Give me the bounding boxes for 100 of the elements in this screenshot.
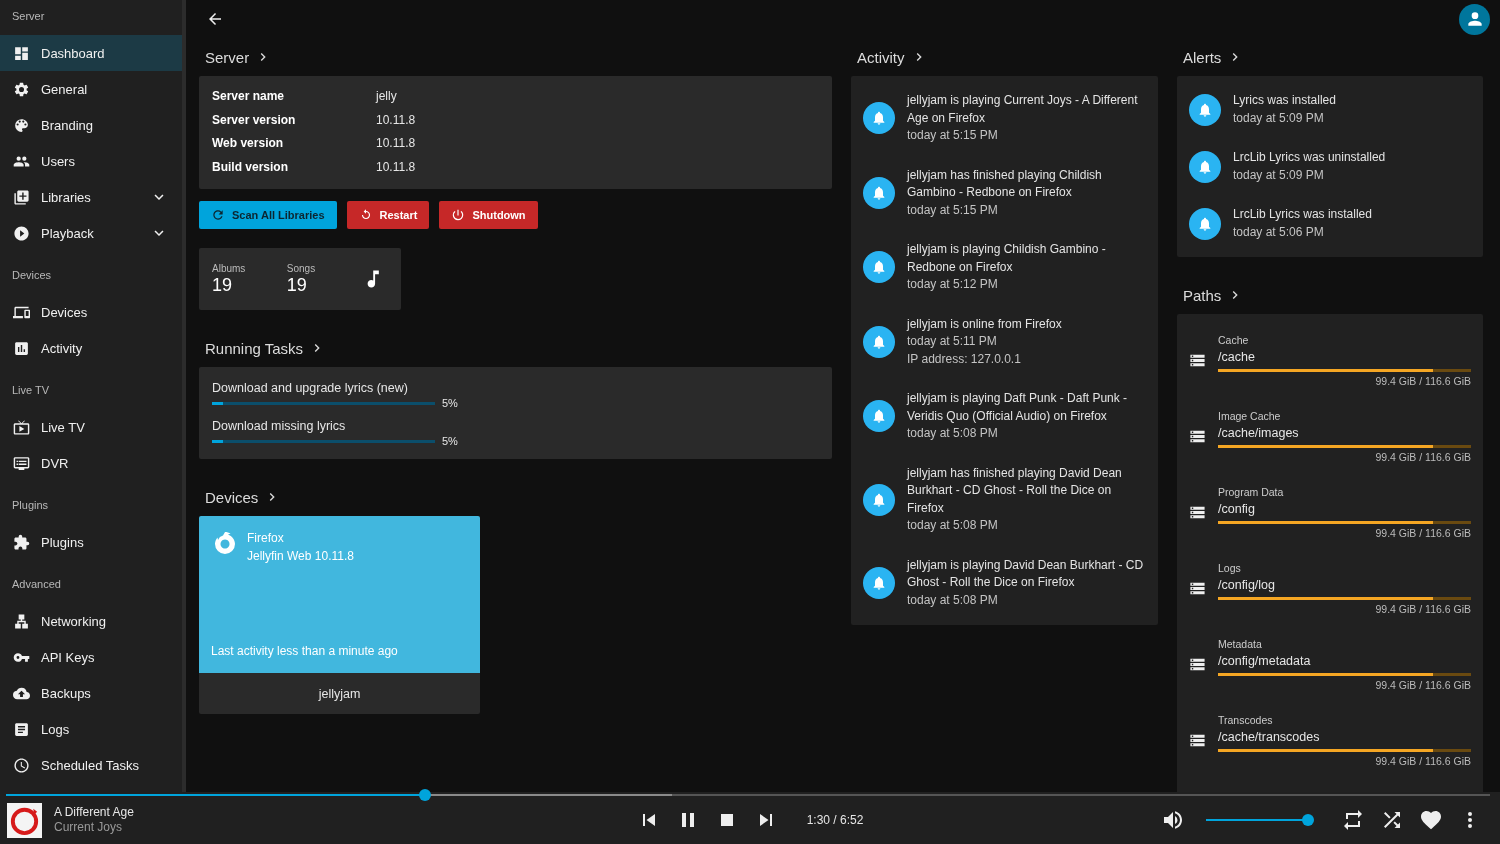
playback-time: 1:30 / 6:52 xyxy=(806,813,864,827)
activity-text: jellyjam is playing Childish Gambino - Redbone on Firefox xyxy=(907,241,1107,276)
activity-text: jellyjam has finished playing David Dean Burkhart - CD Ghost - Roll the Dice on Firefox xyxy=(907,464,1123,517)
section-title[interactable]: Paths xyxy=(1183,286,1222,304)
info-value: jelly xyxy=(376,88,398,105)
stat-label: Albums xyxy=(212,262,247,274)
play-icon xyxy=(13,224,30,242)
info-label: Server version xyxy=(212,111,297,129)
alert-time: today at 5:09 PM xyxy=(1233,109,1325,127)
device-name: Firefox xyxy=(247,530,285,547)
sidebar-heading: Plugins xyxy=(11,498,50,513)
sidebar-item[interactable]: General xyxy=(0,71,182,107)
info-value: 10.11.8 xyxy=(376,111,417,129)
sidebar-item[interactable]: Libraries xyxy=(0,179,182,215)
path-value: /config/metadata xyxy=(1218,653,1312,670)
sidebar-item[interactable]: Live TV xyxy=(0,409,182,445)
disk-usage-text: 99.4 GiB / 116.6 GiB xyxy=(1375,450,1471,464)
volume-button[interactable] xyxy=(1161,808,1185,832)
sidebar-heading: Server xyxy=(11,9,46,24)
sidebar-heading: Live TV xyxy=(11,383,51,398)
activity-detail: IP address: 127.0.0.1 xyxy=(907,350,1022,368)
bell-icon xyxy=(863,483,895,516)
disk-usage-text: 99.4 GiB / 116.6 GiB xyxy=(1375,374,1471,388)
sidebar-item[interactable]: DVR xyxy=(0,445,182,481)
bell-icon xyxy=(1189,150,1221,183)
task-name: Download missing lyrics xyxy=(212,418,347,435)
sidebar-item[interactable]: Devices xyxy=(0,294,182,330)
sidebar-item[interactable]: Networking xyxy=(0,603,182,639)
activity-text: jellyjam is playing Daft Punk - Daft Punk - Veridis Quo (Official Audio) on Firefox xyxy=(907,390,1129,425)
alert-text: Lyrics was installed xyxy=(1233,92,1336,109)
path-value: /cache/transcodes xyxy=(1218,729,1321,746)
bell-icon xyxy=(863,325,895,358)
path-value: /config xyxy=(1218,501,1256,518)
tv-icon xyxy=(13,418,30,436)
seek-thumb[interactable] xyxy=(418,789,431,801)
info-label: Build version xyxy=(212,158,289,176)
path-label: Program Data xyxy=(1218,485,1285,500)
info-label: Web version xyxy=(212,135,285,152)
info-value: 10.11.8 xyxy=(376,158,417,176)
section-title[interactable]: Alerts xyxy=(1183,48,1222,66)
library-add-icon xyxy=(13,188,30,206)
activity-text: jellyjam is playing Current Joys - A Different Age on Firefox xyxy=(907,92,1139,127)
volume-thumb[interactable] xyxy=(1302,814,1315,826)
path-label: Cache xyxy=(1218,333,1250,348)
section-title[interactable]: Running Tasks xyxy=(205,339,304,357)
user-avatar[interactable] xyxy=(1459,3,1490,35)
info-label: Server name xyxy=(212,88,286,105)
clock-icon xyxy=(13,756,30,774)
path-label: Image Cache xyxy=(1218,409,1282,424)
task-percent: 5% xyxy=(442,397,458,409)
device-user: jellyjam xyxy=(199,673,480,714)
puzzle-icon xyxy=(13,533,30,551)
sidebar-item[interactable]: Branding xyxy=(0,107,182,143)
disk-usage-text: 99.4 GiB / 116.6 GiB xyxy=(1375,678,1471,692)
disk-usage-text: 99.4 GiB / 116.6 GiB xyxy=(1375,754,1471,768)
palette-icon xyxy=(13,116,30,134)
track-title: A Different Age xyxy=(54,805,134,820)
action-button[interactable]: Shutdown xyxy=(439,201,538,229)
alert-time: today at 5:09 PM xyxy=(1233,166,1325,184)
info-value: 10.11.8 xyxy=(376,135,417,152)
bell-icon xyxy=(863,400,895,433)
path-value: /cache xyxy=(1218,349,1256,366)
path-value: /cache/images xyxy=(1218,425,1300,442)
path-label: Metadata xyxy=(1218,637,1263,652)
activity-time: today at 5:08 PM xyxy=(907,517,999,534)
task-name: Download and upgrade lyrics (new) xyxy=(212,380,409,397)
bell-icon xyxy=(1189,93,1221,126)
sidebar-item[interactable]: Backups xyxy=(0,675,182,711)
activity-text: jellyjam is playing David Dean Burkhart - CD Ghost - Roll the Dice on Firefox xyxy=(907,556,1145,591)
section-title[interactable]: Devices xyxy=(205,488,259,506)
document-icon xyxy=(13,720,30,738)
refresh-icon xyxy=(211,208,225,222)
action-button[interactable]: Restart xyxy=(346,201,430,229)
stat-value: 19 xyxy=(212,274,234,296)
monitor-icon xyxy=(13,454,30,472)
action-button[interactable]: Scan All Libraries xyxy=(199,201,337,229)
sidebar-item[interactable]: Playback xyxy=(0,215,182,251)
sidebar-item[interactable]: Users xyxy=(0,143,182,179)
favorite-button[interactable] xyxy=(1419,808,1443,832)
disk-usage-text: 99.4 GiB / 116.6 GiB xyxy=(1375,526,1471,540)
activity-time: today at 5:15 PM xyxy=(907,127,999,144)
sidebar-item[interactable]: Plugins xyxy=(0,524,182,560)
section-title[interactable]: Activity xyxy=(857,48,905,66)
alert-text: LrcLib Lyrics was uninstalled xyxy=(1233,149,1386,166)
activity-time: today at 5:08 PM xyxy=(907,425,999,442)
sidebar-item[interactable]: Logs xyxy=(0,711,182,747)
activity-time: today at 5:15 PM xyxy=(907,201,999,219)
bell-icon xyxy=(863,251,895,284)
dashboard-icon xyxy=(13,44,30,62)
sidebar-item[interactable]: Dashboard xyxy=(0,35,182,71)
activity-text: jellyjam has finished playing Childish Gambino - Redbone on Firefox xyxy=(907,166,1103,201)
device-app: Jellyfin Web 10.11.8 xyxy=(247,547,354,565)
sidebar-heading: Devices xyxy=(11,268,53,283)
section-title[interactable]: Server xyxy=(205,48,250,66)
power-icon xyxy=(451,208,466,222)
activity-time: today at 5:08 PM xyxy=(907,591,999,609)
sidebar-item[interactable]: API Keys xyxy=(0,639,182,675)
sidebar-item[interactable]: Scheduled Tasks xyxy=(0,747,182,783)
stat-value: 19 xyxy=(286,274,308,296)
sidebar-item[interactable]: Activity xyxy=(0,330,182,366)
